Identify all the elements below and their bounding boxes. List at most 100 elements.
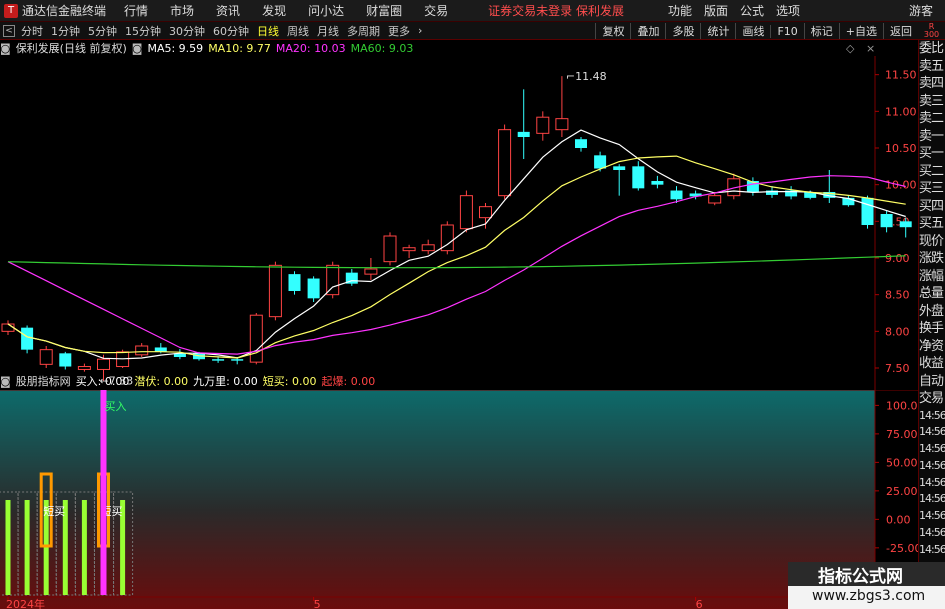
period-monthly[interactable]: 月线 bbox=[317, 23, 339, 39]
candle-body bbox=[708, 195, 722, 204]
candle-body bbox=[479, 206, 492, 219]
side-label-25: 14:56 bbox=[919, 475, 945, 489]
menu-item-news[interactable]: 资讯 bbox=[216, 2, 240, 19]
side-label-4: 卖二 bbox=[919, 111, 944, 126]
y-tick-label: 11.00 bbox=[885, 105, 917, 118]
side-label-13: 涨幅 bbox=[919, 268, 944, 284]
menu-item-ask[interactable]: 问小达 bbox=[308, 2, 344, 19]
candle-body bbox=[575, 139, 587, 148]
f10-button[interactable]: F10 bbox=[770, 24, 803, 38]
overlay-button[interactable]: 叠加 bbox=[630, 23, 665, 39]
candle-body bbox=[383, 235, 397, 263]
stats-button[interactable]: 统计 bbox=[700, 23, 735, 39]
ind-tick-label: 100.0 bbox=[886, 399, 918, 412]
candle-body bbox=[364, 268, 378, 275]
x-tick-label: 5 bbox=[314, 598, 321, 609]
side-label-15: 外盘 bbox=[919, 303, 944, 319]
menu-item-wealth[interactable]: 财富圈 bbox=[366, 2, 402, 19]
side-label-12: 涨跌 bbox=[919, 251, 944, 266]
period-daily[interactable]: 日线 bbox=[257, 23, 279, 39]
side-label-26: 14:56 bbox=[919, 492, 945, 506]
buy-signal-bar bbox=[100, 390, 107, 595]
draw-line-button[interactable]: 画线 bbox=[735, 23, 770, 39]
candle-body bbox=[135, 345, 149, 356]
candle-body bbox=[498, 129, 512, 197]
menu-item-function[interactable]: 功能 bbox=[668, 2, 692, 19]
period-15min[interactable]: 15分钟 bbox=[125, 23, 161, 39]
side-label-9: 买四 bbox=[919, 198, 944, 214]
menu-item-discover[interactable]: 发现 bbox=[262, 2, 286, 19]
side-label-5: 卖一 bbox=[919, 128, 944, 144]
indicator-chart[interactable]: 100.075.0050.0025.000.00-25.00-50.00短买短买… bbox=[0, 390, 918, 609]
period-1min[interactable]: 1分钟 bbox=[51, 23, 80, 39]
indicator-bg bbox=[0, 390, 875, 609]
close-icon[interactable]: × bbox=[866, 42, 875, 55]
indicator-settings-icon[interactable]: ◙ bbox=[0, 375, 11, 388]
candle-body bbox=[39, 349, 53, 365]
menu-item-options[interactable]: 选项 bbox=[776, 2, 800, 19]
candle-body bbox=[307, 278, 320, 299]
candlestick-chart[interactable]: 11.5011.0010.5010.009.509.008.508.007.50… bbox=[0, 56, 918, 390]
period-60min[interactable]: 60分钟 bbox=[213, 23, 249, 39]
indicator-name: 股朋指标网 bbox=[15, 375, 71, 388]
return-button[interactable]: 返回 bbox=[883, 23, 918, 39]
buy-signal-label: 买入 bbox=[105, 400, 127, 413]
quote-side-column: 委比 卖五 卖四 卖三 卖二 卖一 买一 买二 买三 买四 买五 现价 涨跌 涨幅 总量 外盘 换手 净资 收益 自动… bbox=[918, 40, 945, 609]
ind-takeoff-value: 起爆: 0.00 bbox=[321, 375, 376, 388]
ind-tick-label: 75.00 bbox=[886, 428, 918, 441]
adjust-button[interactable]: 复权 bbox=[595, 23, 630, 39]
stock-title: 保利发展(日线 前复权) bbox=[15, 42, 127, 55]
menu-item-layout[interactable]: 版面 bbox=[704, 2, 728, 19]
watermark: 指标公式网 www.zbgs3.com bbox=[788, 567, 945, 609]
candle-body bbox=[212, 359, 225, 361]
menu-item-quotes[interactable]: 行情 bbox=[124, 2, 148, 19]
ind-jiuwanli-value: 九万里: 0.00 bbox=[193, 375, 258, 388]
diamond-icon[interactable]: ◇ bbox=[846, 42, 854, 55]
corner-indicator: R 300 bbox=[918, 22, 945, 40]
period-30min[interactable]: 30分钟 bbox=[169, 23, 205, 39]
side-label-1: 卖五 bbox=[919, 58, 944, 74]
period-5min[interactable]: 5分钟 bbox=[88, 23, 117, 39]
candle-body bbox=[594, 155, 607, 169]
ind-green-bar bbox=[5, 500, 11, 595]
trade-login-warning[interactable]: 证券交易未登录 保利发展 bbox=[488, 2, 624, 19]
back-arrow-icon[interactable]: < bbox=[3, 24, 15, 37]
side-label-19: 自动 bbox=[919, 373, 944, 389]
side-label-24: 14:56 bbox=[919, 458, 945, 472]
ma5-value: MA5: 9.59 bbox=[147, 41, 204, 55]
side-label-6: 买一 bbox=[919, 146, 944, 161]
side-label-22: 14:56 bbox=[919, 425, 945, 439]
side-label-17: 净资 bbox=[919, 338, 944, 354]
more-chevron-icon[interactable]: › bbox=[418, 24, 422, 37]
candle-body bbox=[613, 166, 626, 170]
y-tick-label: 8.00 bbox=[885, 325, 910, 338]
guest-user[interactable]: 游客 bbox=[909, 2, 933, 19]
candle-body bbox=[1, 323, 15, 332]
multi-stock-button[interactable]: 多股 bbox=[665, 23, 700, 39]
menu-item-trade[interactable]: 交易 bbox=[424, 2, 448, 19]
period-multi[interactable]: 多周期 bbox=[347, 23, 380, 39]
ind-latent-value: 潜伏: 0.00 bbox=[134, 375, 189, 388]
ind-green-bar bbox=[24, 500, 30, 595]
ind-tick-label: 0.00 bbox=[886, 513, 911, 526]
period-weekly[interactable]: 周线 bbox=[287, 23, 309, 39]
side-label-8: 买三 bbox=[919, 181, 944, 196]
short-buy-label: 短买 bbox=[43, 504, 65, 518]
mark-button[interactable]: 标记 bbox=[803, 23, 839, 39]
main-settings-icon[interactable]: ◙ bbox=[0, 42, 11, 55]
add-watchlist-button[interactable]: +自选 bbox=[838, 23, 883, 39]
high-price-annotation: ⌐11.48 bbox=[566, 70, 607, 83]
period-intraday[interactable]: 分时 bbox=[21, 23, 43, 39]
corner-number: 300 bbox=[923, 30, 940, 39]
indicator-toggle-icon[interactable]: ◙ bbox=[132, 42, 143, 55]
side-label-7: 买二 bbox=[919, 163, 944, 179]
side-label-16: 换手 bbox=[919, 321, 944, 336]
y-tick-label: 11.50 bbox=[885, 69, 917, 82]
candle-body bbox=[651, 181, 664, 185]
menu-item-market[interactable]: 市场 bbox=[170, 2, 194, 19]
main-info-line: ◙ 保利发展(日线 前复权) ◙ MA5: 9.59 MA10: 9.77 MA… bbox=[0, 40, 418, 56]
menu-item-formula[interactable]: 公式 bbox=[740, 2, 764, 19]
candle-body bbox=[97, 358, 110, 370]
period-more[interactable]: 更多 bbox=[388, 23, 410, 39]
chart-toolbar-icons: ◇ × bbox=[846, 42, 875, 55]
